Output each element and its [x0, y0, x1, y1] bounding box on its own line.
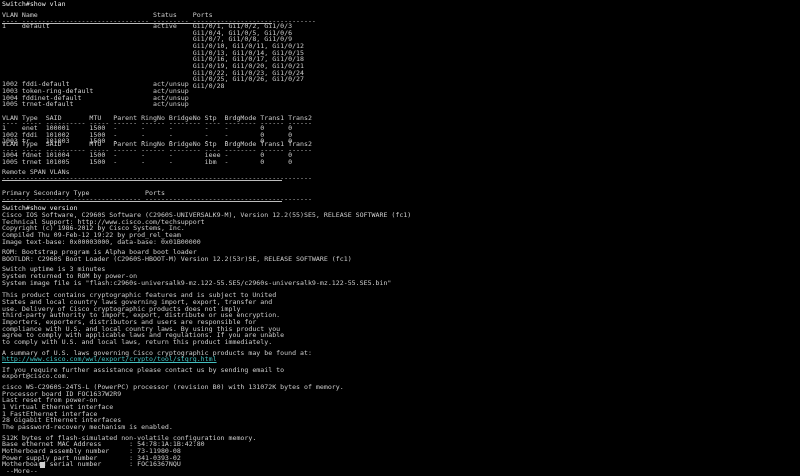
terminal-line: ROM: Bootstrap program is Alpha board bo… — [2, 249, 197, 256]
terminal-line: Image text-base: 0x00003000, data-base: … — [2, 239, 201, 246]
terminal-line: Switch#show vlan — [2, 1, 66, 8]
terminal-line: BOOTLDR: C2960S Boot Loader (C2960S-HBOO… — [2, 256, 352, 263]
terminal-line: 1002 fddi-default act/unsup — [2, 81, 189, 88]
terminal-line: System returned to ROM by power-on — [2, 273, 138, 280]
divider — [2, 201, 282, 202]
terminal-line: Motherboard assembly number : 73-11980-0… — [2, 448, 181, 455]
terminal-line: States and local country laws governing … — [2, 299, 273, 306]
terminal-line: The password-recovery mechanism is enabl… — [2, 424, 173, 431]
terminal-line: Compiled Thu 09-Feb-12 19:22 by prod_rel… — [2, 232, 181, 239]
terminal-link[interactable]: http://www.cisco.com/wwl/export/crypto/t… — [2, 356, 217, 363]
terminal-line: Motherboard serial number : FOC16367NQU — [2, 461, 181, 468]
terminal-line: 1 default active Gi1/0/1, Gi1/0/2, Gi1/0… — [2, 23, 293, 30]
terminal-line: Switch uptime is 3 minutes — [2, 266, 106, 273]
terminal-line: Gi1/0/10, Gi1/0/11, Gi1/0/12 — [2, 43, 305, 50]
terminal-line: Gi1/0/7, Gi1/0/8, Gi1/0/9 — [2, 36, 293, 43]
divider — [2, 180, 282, 181]
terminal-line: cisco WS-C2960S-24TS-L (PowerPC) process… — [2, 384, 344, 391]
terminal-line: Copyright (c) 1986-2012 by Cisco Systems… — [2, 225, 185, 232]
terminal-line: 28 Gigabit Ethernet interfaces — [2, 417, 122, 424]
terminal-line: agree to comply with applicable laws and… — [2, 332, 285, 339]
terminal-line: Importers, exporters, distributors and u… — [2, 319, 257, 326]
terminal-line: 1005 trnet 101005 1500 - - - ibm - 0 0 — [2, 159, 293, 166]
terminal-line: Switch#show version — [2, 205, 78, 212]
terminal-line: Last reset from power-on — [2, 397, 98, 404]
terminal-line: Cisco IOS Software, C2960S Software (C29… — [2, 212, 412, 219]
divider — [2, 23, 272, 24]
terminal-line: 1003 token-ring-default act/unsup — [2, 88, 189, 95]
terminal-line: 1 enet 100001 1500 - - - - - 0 0 — [2, 125, 293, 132]
terminal-line: 1005 trnet-default act/unsup — [2, 101, 189, 108]
terminal-line: Gi1/0/19, Gi1/0/20, Gi1/0/21 — [2, 63, 305, 70]
terminal-line: This product contains cryptographic feat… — [2, 292, 277, 299]
terminal-line: --More-- — [2, 468, 42, 475]
terminal-cursor — [40, 462, 45, 468]
terminal-line: export@cisco.com. — [2, 373, 70, 380]
terminal-line: System image file is "flash:c2960s-unive… — [2, 280, 392, 287]
terminal-line: Base ethernet MAC Address : 54:78:1A:1B:… — [2, 441, 205, 448]
terminal-line: 1 Virtual Ethernet interface — [2, 404, 114, 411]
terminal-window[interactable]: Switch#show vlan VLAN Name Status Ports --… — [0, 0, 800, 476]
terminal-line: third-party authority to import, export,… — [2, 312, 281, 319]
terminal-line: 1004 fdnet 101004 1500 - - - ieee - 0 0 — [2, 152, 293, 159]
terminal-line: Gi1/0/16, Gi1/0/17, Gi1/0/18 — [2, 56, 305, 63]
terminal-line: to comply with U.S. and local laws, retu… — [2, 339, 273, 346]
